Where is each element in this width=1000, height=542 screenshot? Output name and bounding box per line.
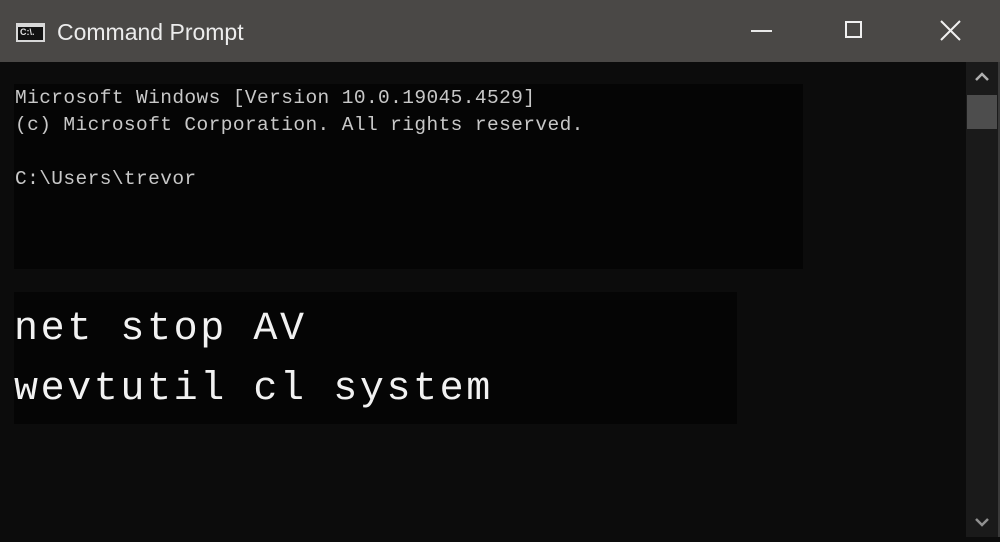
close-button[interactable] — [920, 0, 980, 62]
console-line-version: Microsoft Windows [Version 10.0.19045.45… — [15, 87, 536, 109]
minimize-button[interactable] — [722, 0, 782, 62]
scroll-thumb[interactable] — [967, 95, 997, 129]
scroll-down-button[interactable] — [966, 507, 998, 537]
minimize-icon — [751, 30, 772, 32]
console-prompt: C:\Users\trevor — [15, 168, 197, 190]
chevron-down-icon — [975, 518, 989, 527]
chevron-up-icon — [975, 72, 989, 81]
cmd-icon: C:\. — [16, 23, 45, 42]
window-title: Command Prompt — [57, 19, 244, 45]
command-net-stop: net stop AV — [14, 307, 307, 352]
scroll-up-button[interactable] — [966, 62, 998, 92]
cmd-icon-text: C:\. — [20, 27, 35, 37]
title-bar[interactable]: C:\. Command Prompt — [0, 0, 1000, 62]
maximize-button[interactable] — [825, 0, 885, 62]
vertical-scrollbar[interactable] — [966, 62, 998, 537]
close-icon — [940, 20, 961, 41]
command-wevtutil: wevtutil cl system — [14, 367, 493, 412]
console-line-copyright: (c) Microsoft Corporation. All rights re… — [15, 114, 584, 136]
maximize-icon — [845, 21, 862, 38]
